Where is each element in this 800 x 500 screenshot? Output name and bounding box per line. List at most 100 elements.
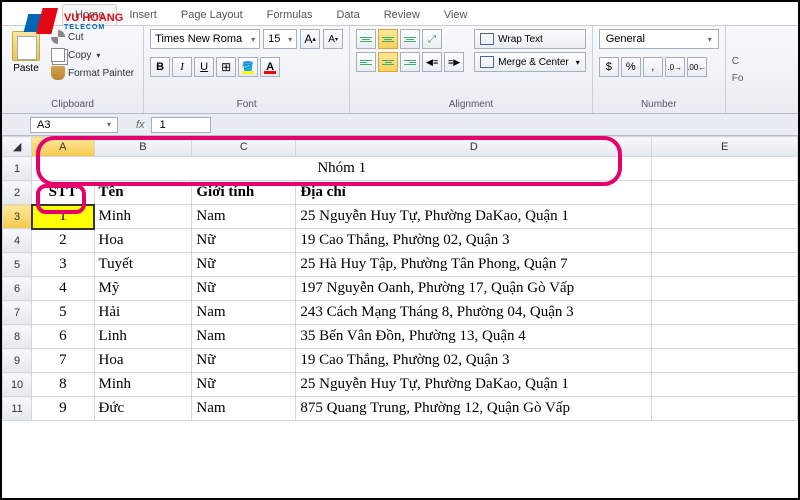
cell[interactable]: 875 Quang Trung, Phường 12, Quận Gò Vấp — [296, 397, 652, 421]
cell[interactable]: 25 Nguyễn Huy Tự, Phường DaKao, Quận 1 — [296, 373, 652, 397]
cell[interactable]: Tên — [94, 181, 192, 205]
cell[interactable]: Nhóm 1 — [32, 157, 652, 181]
cell[interactable]: 2 — [32, 229, 94, 253]
column-header[interactable]: C — [192, 137, 296, 157]
cell[interactable]: Hoa — [94, 229, 192, 253]
cell[interactable]: Linh — [94, 325, 192, 349]
cell[interactable]: 9 — [32, 397, 94, 421]
cell[interactable]: 4 — [32, 277, 94, 301]
fx-icon[interactable]: fx — [136, 119, 145, 131]
cell[interactable]: 5 — [32, 301, 94, 325]
cell[interactable]: 35 Bến Vân Đồn, Phường 13, Quận 4 — [296, 325, 652, 349]
cell[interactable] — [652, 229, 798, 253]
number-format-combo[interactable]: General — [599, 29, 719, 49]
orientation-button[interactable]: ⤢ — [422, 29, 442, 49]
cell[interactable]: 243 Cách Mạng Tháng 8, Phường 04, Quận 3 — [296, 301, 652, 325]
font-size-combo[interactable]: 15 — [263, 29, 297, 49]
cell[interactable] — [652, 205, 798, 229]
column-header[interactable]: B — [94, 137, 192, 157]
cell[interactable]: 7 — [32, 349, 94, 373]
wrap-text-button[interactable]: Wrap Text — [474, 29, 586, 49]
paste-button[interactable]: Paste — [8, 29, 44, 76]
cell[interactable] — [652, 373, 798, 397]
cell[interactable] — [652, 181, 798, 205]
cell[interactable]: Hoa — [94, 349, 192, 373]
row-header[interactable]: 6 — [3, 277, 32, 301]
merge-center-button[interactable]: Merge & Center▾ — [474, 52, 586, 72]
copy-button[interactable]: Copy▾ — [48, 47, 137, 63]
cell[interactable] — [652, 253, 798, 277]
cell[interactable]: 3 — [32, 253, 94, 277]
shrink-font-button[interactable]: A▾ — [323, 29, 343, 49]
select-all-corner[interactable]: ◢ — [3, 137, 32, 157]
row-header[interactable]: 8 — [3, 325, 32, 349]
cell[interactable]: Nam — [192, 205, 296, 229]
cell[interactable]: Tuyết — [94, 253, 192, 277]
cell[interactable]: Hải — [94, 301, 192, 325]
percent-button[interactable]: % — [621, 57, 641, 77]
tab-formulas[interactable]: Formulas — [255, 5, 325, 25]
row-header[interactable]: 7 — [3, 301, 32, 325]
font-name-combo[interactable]: Times New Roma — [150, 29, 260, 49]
cell[interactable]: 6 — [32, 325, 94, 349]
cell[interactable]: Nữ — [192, 277, 296, 301]
cell[interactable]: 19 Cao Thắng, Phường 02, Quận 3 — [296, 349, 652, 373]
bold-button[interactable]: B — [150, 57, 170, 77]
row-header[interactable]: 4 — [3, 229, 32, 253]
border-button[interactable]: ⊞ — [216, 57, 236, 77]
row-header[interactable]: 3 — [3, 205, 32, 229]
decrease-indent-button[interactable]: ◀≡ — [422, 52, 442, 72]
column-header[interactable]: E — [652, 137, 798, 157]
comma-button[interactable]: , — [643, 57, 663, 77]
align-middle-button[interactable] — [378, 29, 398, 49]
cell[interactable]: Minh — [94, 205, 192, 229]
name-box[interactable]: A3 — [30, 117, 118, 133]
increase-indent-button[interactable]: ≡▶ — [444, 52, 464, 72]
row-header[interactable]: 11 — [3, 397, 32, 421]
tab-review[interactable]: Review — [372, 5, 432, 25]
decrease-decimal-button[interactable]: .00← — [687, 57, 707, 77]
align-right-button[interactable] — [400, 52, 420, 72]
cell[interactable]: 25 Nguyễn Huy Tự, Phường DaKao, Quận 1 — [296, 205, 652, 229]
format-painter-button[interactable]: Format Painter — [48, 65, 137, 81]
cell[interactable]: 1 — [32, 205, 94, 229]
cell[interactable] — [652, 325, 798, 349]
cell[interactable]: Giới tính — [192, 181, 296, 205]
align-bottom-button[interactable] — [400, 29, 420, 49]
cell[interactable]: Nữ — [192, 373, 296, 397]
cell[interactable]: Đức — [94, 397, 192, 421]
row-header[interactable]: 10 — [3, 373, 32, 397]
column-header[interactable]: A — [32, 137, 94, 157]
fill-color-button[interactable]: 🪣 — [238, 57, 258, 77]
cell[interactable] — [652, 301, 798, 325]
tab-page-layout[interactable]: Page Layout — [169, 5, 255, 25]
grow-font-button[interactable]: A▴ — [300, 29, 320, 49]
row-header[interactable]: 5 — [3, 253, 32, 277]
row-header[interactable]: 2 — [3, 181, 32, 205]
cell[interactable]: Nam — [192, 325, 296, 349]
cell[interactable]: Địa chỉ — [296, 181, 652, 205]
align-left-button[interactable] — [356, 52, 376, 72]
cell[interactable] — [652, 157, 798, 181]
cell[interactable]: STT — [32, 181, 94, 205]
cell[interactable] — [652, 397, 798, 421]
cell[interactable]: Nữ — [192, 349, 296, 373]
cell[interactable]: 25 Hà Huy Tập, Phường Tân Phong, Quận 7 — [296, 253, 652, 277]
cell[interactable]: Minh — [94, 373, 192, 397]
row-header[interactable]: 9 — [3, 349, 32, 373]
cell[interactable] — [652, 277, 798, 301]
currency-button[interactable]: $ — [599, 57, 619, 77]
formula-input[interactable]: 1 — [151, 117, 211, 133]
cell[interactable]: Nữ — [192, 253, 296, 277]
cell[interactable]: Nam — [192, 397, 296, 421]
tab-view[interactable]: View — [432, 5, 480, 25]
cell[interactable]: Nam — [192, 301, 296, 325]
cell[interactable]: 197 Nguyễn Oanh, Phường 17, Quận Gò Vấp — [296, 277, 652, 301]
align-top-button[interactable] — [356, 29, 376, 49]
row-header[interactable]: 1 — [3, 157, 32, 181]
cell[interactable]: Mỹ — [94, 277, 192, 301]
cell[interactable] — [652, 349, 798, 373]
increase-decimal-button[interactable]: .0→ — [665, 57, 685, 77]
align-center-button[interactable] — [378, 52, 398, 72]
italic-button[interactable]: I — [172, 57, 192, 77]
